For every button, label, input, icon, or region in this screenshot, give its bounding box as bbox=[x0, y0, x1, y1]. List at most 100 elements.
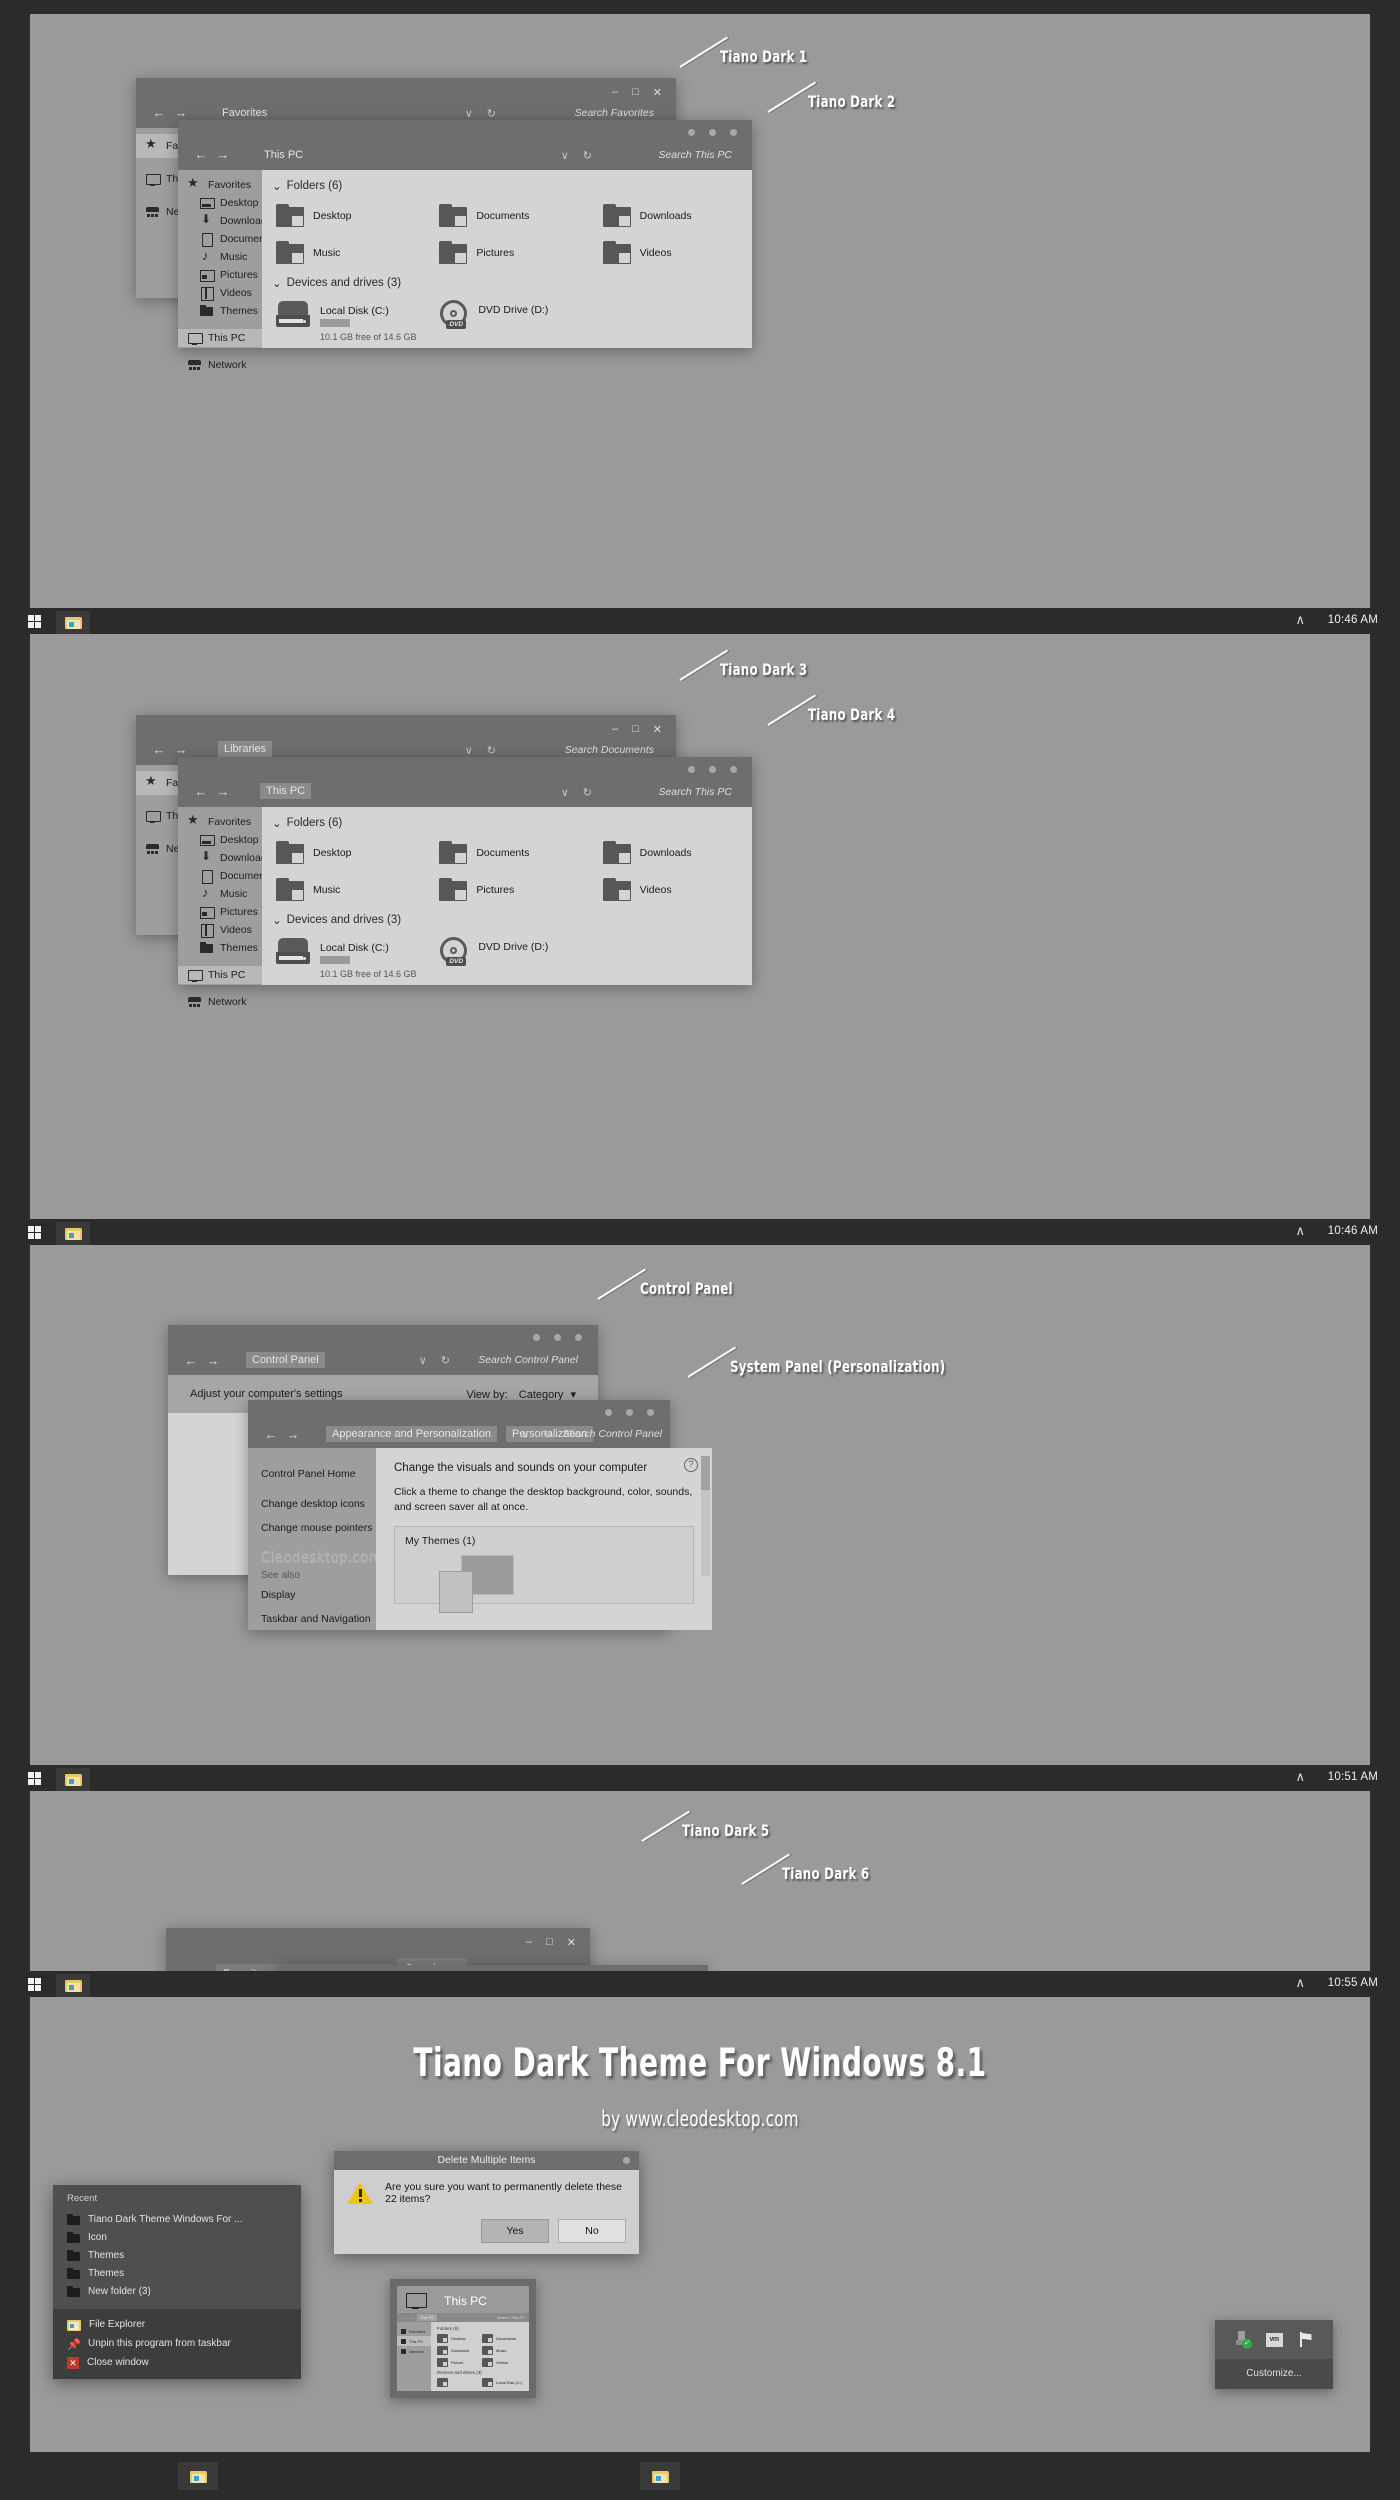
sidebar-item-pictures[interactable]: Pictures bbox=[178, 266, 262, 284]
drive-item-dvd[interactable]: DVD DVD Drive (D:) bbox=[425, 294, 588, 352]
view-by-control[interactable]: View by: Category ▾ bbox=[466, 1388, 576, 1401]
refresh-icon[interactable]: ↻ bbox=[487, 744, 496, 757]
sidebar-item-pictures[interactable]: Pictures bbox=[178, 903, 262, 921]
close-button[interactable] bbox=[730, 766, 737, 773]
back-icon[interactable]: ← bbox=[148, 105, 170, 120]
search-input[interactable]: Search Control Panel bbox=[562, 1428, 662, 1440]
address-controls[interactable]: ∨ ↻ bbox=[465, 107, 496, 120]
taskbar-3[interactable]: ∧ 10:51 AM bbox=[0, 1765, 1400, 1791]
sidebar-item-videos[interactable]: Videos bbox=[178, 284, 262, 302]
maximize-button[interactable] bbox=[709, 766, 716, 773]
jump-list-item[interactable]: Tiano Dark Theme Windows For ... bbox=[53, 2210, 301, 2228]
refresh-icon[interactable]: ↻ bbox=[583, 149, 592, 162]
nav-taskbar-and-navigation[interactable]: Taskbar and Navigation bbox=[248, 1607, 376, 1631]
taskbar-file-explorer-button[interactable] bbox=[56, 611, 90, 634]
taskbar-1[interactable]: ∧ 10:46 AM bbox=[0, 608, 1400, 634]
titlebar[interactable]: ← → Control Panel ∨ ↻ Search Control Pan… bbox=[168, 1325, 598, 1375]
group-header-folders[interactable]: ⌄ Folders (6) bbox=[262, 816, 752, 830]
refresh-icon[interactable]: ↻ bbox=[543, 1428, 552, 1441]
scrollbar-vertical[interactable] bbox=[701, 1456, 710, 1576]
vm-icon[interactable]: vm bbox=[1265, 2332, 1283, 2347]
tray-expand-chevron-icon[interactable]: ∧ bbox=[1295, 1769, 1305, 1785]
taskbar-4[interactable]: ∧ 10:55 AM bbox=[0, 1971, 1400, 1997]
delete-multiple-items-dialog[interactable]: Delete Multiple Items Are you sure you w… bbox=[334, 2151, 639, 2254]
folder-item[interactable]: Pictures bbox=[425, 871, 588, 908]
address-controls[interactable]: ∨ ↻ bbox=[561, 786, 592, 799]
taskbar-file-explorer-button[interactable] bbox=[56, 1222, 90, 1245]
address-controls[interactable]: ∨ ↻ bbox=[561, 149, 592, 162]
explorer-window-this-pc-2[interactable]: ← → This PC ∨ ↻ Search This PC Favorites… bbox=[178, 757, 752, 1008]
taskbar-thumbnail-preview[interactable]: This PC ← → This PC Search This PC Favor… bbox=[390, 2279, 536, 2398]
folder-item[interactable]: Documents bbox=[425, 834, 588, 871]
jump-list-action-file-explorer[interactable]: File Explorer bbox=[53, 2315, 301, 2334]
window-controls[interactable] bbox=[533, 1334, 582, 1341]
titlebar[interactable]: ← → This PC ∨ ↻ Search This PC bbox=[178, 757, 752, 807]
refresh-icon[interactable]: ↻ bbox=[441, 1354, 450, 1367]
breadcrumb[interactable]: Control Panel bbox=[246, 1352, 325, 1368]
window-controls[interactable]: – □ ✕ bbox=[526, 1936, 576, 1949]
tray-expand-chevron-icon[interactable]: ∧ bbox=[1295, 1975, 1305, 1991]
search-input[interactable]: Search Documents bbox=[565, 744, 654, 756]
minimize-button[interactable]: – bbox=[612, 723, 618, 736]
back-icon[interactable]: ← bbox=[180, 1353, 202, 1368]
group-header-drives[interactable]: ⌄ Devices and drives (3) bbox=[262, 276, 752, 290]
folder-item[interactable]: Downloads bbox=[589, 197, 752, 234]
search-input[interactable]: Search This PC bbox=[658, 149, 732, 161]
windows-logo-icon[interactable] bbox=[28, 1226, 41, 1239]
sidebar-item-favorites[interactable]: Favorites bbox=[178, 812, 262, 831]
back-icon[interactable]: ← bbox=[190, 784, 212, 799]
window-controls[interactable] bbox=[688, 129, 737, 136]
titlebar[interactable]: ← → Appearance and Personalization Perso… bbox=[248, 1400, 670, 1448]
sidebar-item-network[interactable]: Network bbox=[178, 993, 262, 1011]
address-controls[interactable]: ∨ ↻ bbox=[465, 744, 496, 757]
address-bar[interactable]: ← → Control Panel bbox=[180, 1352, 325, 1368]
folder-item[interactable]: Pictures bbox=[425, 234, 588, 271]
minimize-button[interactable]: – bbox=[526, 1936, 532, 1949]
taskbar-2[interactable]: ∧ 10:46 AM bbox=[0, 1219, 1400, 1245]
close-button[interactable]: ✕ bbox=[653, 723, 662, 736]
close-button[interactable]: ✕ bbox=[567, 1936, 576, 1949]
sidebar-item-this-pc[interactable]: This PC bbox=[178, 329, 262, 347]
breadcrumb[interactable]: Libraries bbox=[218, 741, 273, 757]
sidebar-item-downloads[interactable]: Downloads bbox=[178, 849, 272, 867]
dropdown-icon[interactable]: ∨ bbox=[561, 149, 569, 162]
refresh-icon[interactable]: ↻ bbox=[487, 107, 496, 120]
clock[interactable]: 10:46 AM bbox=[1328, 614, 1378, 626]
window-controls[interactable] bbox=[605, 1409, 654, 1416]
taskbar-file-explorer-button-left[interactable] bbox=[178, 2462, 218, 2490]
personalization-nav-pane[interactable]: Control Panel Home Change desktop icons … bbox=[248, 1448, 382, 1631]
window-controls[interactable] bbox=[688, 766, 737, 773]
folder-item[interactable]: Desktop bbox=[262, 197, 425, 234]
forward-icon[interactable]: → bbox=[212, 784, 234, 799]
folder-item[interactable]: Videos bbox=[589, 871, 752, 908]
address-bar[interactable]: ← → Favorites bbox=[148, 105, 268, 120]
breadcrumb[interactable]: Favorites bbox=[222, 107, 267, 119]
close-button[interactable]: ✕ bbox=[653, 86, 662, 99]
folder-item[interactable]: Documents bbox=[425, 197, 588, 234]
maximize-button[interactable] bbox=[626, 1409, 633, 1416]
maximize-button[interactable] bbox=[554, 1334, 561, 1341]
sidebar-item-videos[interactable]: Videos bbox=[178, 921, 262, 939]
forward-icon[interactable]: → bbox=[170, 742, 192, 757]
jump-list-action-unpin[interactable]: 📌 Unpin this program from taskbar bbox=[53, 2334, 301, 2353]
dropdown-icon[interactable]: ∨ bbox=[521, 1428, 529, 1441]
taskbar-file-explorer-button-center[interactable] bbox=[640, 2462, 680, 2490]
navigation-pane[interactable]: Favorites Desktop Downloads Documents Mu… bbox=[178, 807, 273, 1008]
clock[interactable]: 10:51 AM bbox=[1328, 1771, 1378, 1783]
search-input[interactable]: Search Favorites bbox=[575, 107, 654, 119]
group-header-drives[interactable]: ⌄ Devices and drives (3) bbox=[262, 913, 752, 927]
dropdown-icon[interactable]: ∨ bbox=[419, 1354, 427, 1367]
drive-item-local-disk[interactable]: Local Disk (C:) 10.1 GB free of 14.6 GB bbox=[262, 294, 425, 352]
windows-logo-icon[interactable] bbox=[28, 1978, 41, 1991]
chevron-down-icon[interactable]: ⌄ bbox=[272, 179, 282, 193]
sidebar-item-themes[interactable]: Themes bbox=[178, 302, 262, 320]
dropdown-icon[interactable]: ∨ bbox=[465, 744, 473, 757]
taskbar-5[interactable] bbox=[0, 2452, 1400, 2500]
sidebar-item-music[interactable]: Music bbox=[178, 885, 262, 903]
close-button[interactable] bbox=[575, 1334, 582, 1341]
dropdown-icon[interactable]: ∨ bbox=[465, 107, 473, 120]
address-bar[interactable]: ← → This PC bbox=[190, 783, 312, 799]
forward-icon[interactable]: → bbox=[212, 147, 234, 162]
no-button[interactable]: No bbox=[558, 2219, 626, 2243]
nav-change-desktop-icons[interactable]: Change desktop icons bbox=[248, 1492, 376, 1516]
